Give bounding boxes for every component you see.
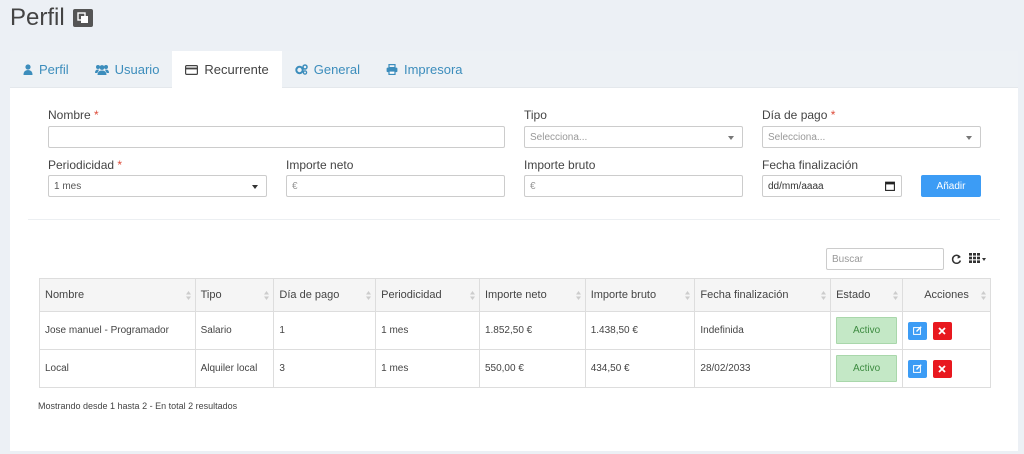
column-header[interactable]: Día de pago [273,278,377,312]
recurrent-table: Nombre Tipo Día de pago Periodicidad Imp… [39,278,991,388]
tab-label: Impresora [403,62,463,77]
tab-impresora[interactable]: Impresora [373,51,476,88]
cell-dia: 3 [273,349,377,388]
cell-estado: Activo [830,349,904,388]
cell-tipo: Alquiler local [194,349,275,388]
importe-bruto-input[interactable]: € [524,175,743,197]
divider [28,219,1000,220]
sort-icon [469,291,475,300]
tab-general[interactable]: General [282,51,373,88]
search-input[interactable]: Buscar [826,248,944,270]
column-header[interactable]: Nombre [39,278,196,312]
table-row: Local Alquiler local 3 1 mes 550,00 € 43… [39,349,991,388]
column-header[interactable]: Importe bruto [584,278,696,312]
column-header[interactable]: Acciones [902,278,991,312]
sort-icon [981,291,986,300]
sort-icon [575,291,581,300]
tipo-select[interactable]: Selecciona... [524,126,743,148]
grid-icon [968,250,980,268]
cell-nombre: Local [39,349,196,388]
importe-neto-label: Importe neto [286,158,354,172]
nombre-input[interactable] [48,126,505,148]
copy-icon[interactable] [72,9,93,27]
sort-icon [821,291,827,300]
table-row: Jose manuel - Programador Salario 1 1 me… [39,311,991,350]
cell-importe-neto: 550,00 € [478,349,586,388]
refresh-icon[interactable] [948,248,964,270]
cell-periodicidad: 1 mes [375,311,480,350]
cell-fecha: 28/02/2033 [694,349,832,388]
close-icon [938,326,946,335]
add-button[interactable]: Añadir [921,175,981,197]
chevron-down-icon [728,136,734,140]
periodicidad-select[interactable]: 1 mes [48,175,267,197]
calendar-icon[interactable] [885,181,895,194]
tab-usuario[interactable]: Usuario [82,51,173,88]
cell-estado: Activo [830,311,904,350]
tab-perfil[interactable]: Perfil [10,51,82,88]
pagination-info: Mostrando desde 1 hasta 2 - En total 2 r… [38,401,238,411]
edit-button[interactable] [908,321,928,340]
cell-tipo: Salario [194,311,275,350]
tab-label: Perfil [39,62,69,77]
edit-icon [913,326,922,335]
column-header[interactable]: Tipo [194,278,275,312]
importe-bruto-label: Importe bruto [524,158,596,172]
column-header[interactable]: Periodicidad [375,278,480,312]
fecha-label: Fecha finalización [762,158,859,172]
cell-acciones [902,349,991,388]
chevron-down-icon [966,136,972,140]
columns-toggle-button[interactable] [965,248,989,270]
tab-recurrente[interactable]: Recurrente [172,51,282,88]
cell-periodicidad: 1 mes [375,349,480,388]
status-badge[interactable]: Activo [836,355,898,382]
table-header-row: Nombre Tipo Día de pago Periodicidad Imp… [39,278,991,312]
chevron-down-icon [981,257,986,261]
tab-label: General [313,62,360,77]
page-title: Perfil [10,4,65,31]
profile-card: Perfil Usuario Recurrente General Impres… [10,51,1018,451]
cell-importe-bruto: 434,50 € [584,349,696,388]
dia-pago-label: Día de pago * [762,108,836,122]
tab-label: Recurrente [204,62,269,77]
cell-acciones [902,311,991,350]
printer-icon [386,64,398,75]
cell-importe-bruto: 1.438,50 € [584,311,696,350]
users-icon [94,64,109,75]
sort-icon [264,291,270,300]
nombre-label: Nombre * [48,108,99,122]
column-header[interactable]: Importe neto [478,278,586,312]
status-badge[interactable]: Activo [836,317,898,344]
credit-card-icon [185,64,199,75]
page-header: Perfil [10,4,93,32]
cell-importe-neto: 1.852,50 € [478,311,586,350]
gears-icon [295,64,308,75]
dia-pago-select[interactable]: Selecciona... [762,126,981,148]
edit-icon [913,364,922,373]
periodicidad-label: Periodicidad * [48,158,123,172]
column-header[interactable]: Estado [830,278,904,312]
delete-button[interactable] [932,359,952,378]
edit-button[interactable] [908,359,928,378]
chevron-down-icon [252,185,258,189]
importe-neto-input[interactable]: € [286,175,505,197]
close-icon [938,364,946,373]
sort-icon [893,291,899,300]
sort-icon [366,291,372,300]
cell-fecha: Indefinida [694,311,832,350]
tab-label: Usuario [114,62,160,77]
column-header[interactable]: Fecha finalización [694,278,832,312]
user-icon [23,64,33,75]
tipo-label: Tipo [524,108,547,122]
cell-nombre: Jose manuel - Programador [39,311,196,350]
cell-dia: 1 [273,311,377,350]
delete-button[interactable] [932,321,952,340]
fecha-input[interactable]: dd/mm/aaaa [762,175,902,197]
tab-bar: Perfil Usuario Recurrente General Impres… [10,51,1018,88]
sort-icon [685,291,691,300]
sort-icon [185,291,191,300]
